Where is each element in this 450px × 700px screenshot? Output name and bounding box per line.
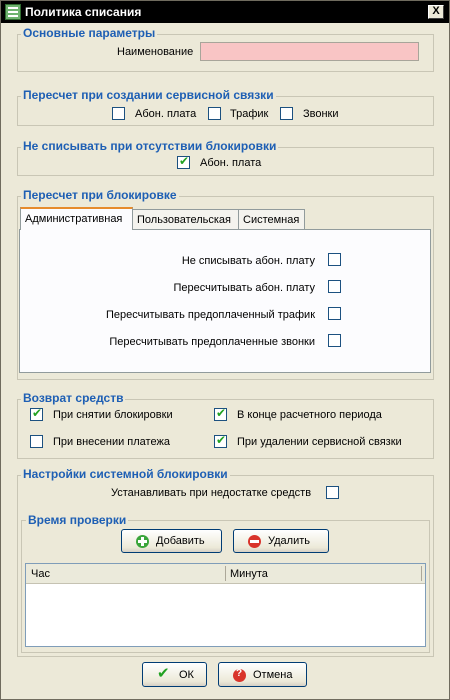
refund-on-payment-label: При внесении платежа: [53, 436, 170, 448]
cancel-button[interactable]: ? Отмена: [218, 662, 307, 687]
name-input[interactable]: [200, 42, 419, 61]
tab-administrative[interactable]: Административная: [20, 207, 133, 230]
tab-panel-administrative: [19, 229, 431, 373]
column-minute[interactable]: Минута: [230, 568, 268, 580]
cancel-circle-icon: ?: [233, 668, 246, 682]
minus-circle-icon: [248, 535, 261, 548]
name-label: Наименование: [117, 46, 194, 58]
refund-on-payment-checkbox[interactable]: [30, 435, 43, 448]
recalc-fee-option-checkbox[interactable]: [328, 280, 341, 293]
refund-on-delete-checkbox[interactable]: ✔: [214, 433, 227, 448]
cancel-button-label: Отмена: [253, 669, 293, 681]
check-time-table[interactable]: Час Минута: [25, 563, 426, 647]
title-bar[interactable]: Политика списания X: [1, 1, 449, 23]
checkmark-icon: ✔: [216, 406, 227, 420]
recalc-traffic-option-label: Пересчитывать предоплаченный трафик: [106, 309, 315, 321]
tab-system[interactable]: Системная: [238, 209, 305, 229]
recalc-fee-option-label: Пересчитывать абон. плату: [173, 282, 315, 294]
table-header: Час Минута: [26, 564, 425, 584]
add-button[interactable]: Добавить: [121, 529, 222, 553]
tab-user[interactable]: Пользовательская: [132, 209, 239, 229]
refund-on-unblock-checkbox[interactable]: ✔: [30, 406, 43, 421]
install-on-lack-checkbox[interactable]: [326, 486, 339, 499]
recalc-calls-option-checkbox[interactable]: [328, 334, 341, 347]
plus-circle-icon: [136, 535, 149, 548]
recalc-traffic-option-checkbox[interactable]: [328, 307, 341, 320]
recalc-create-calls-label: Звонки: [303, 108, 339, 120]
refund-legend: Возврат средств: [21, 391, 126, 405]
checkmark-icon: ✔: [179, 154, 190, 168]
recalc-create-legend: Пересчет при создании сервисной связки: [21, 88, 276, 102]
recalc-block-legend: Пересчет при блокировке: [21, 188, 179, 202]
checkmark-icon: ✔: [216, 433, 227, 447]
refund-period-end-label: В конце расчетного периода: [237, 409, 382, 421]
main-params-legend: Основные параметры: [21, 26, 158, 40]
no-charge-fee-option-label: Не списывать абон. плату: [181, 255, 315, 267]
install-on-lack-label: Устанавливать при недостатке средств: [111, 487, 312, 499]
refund-on-unblock-label: При снятии блокировки: [53, 409, 173, 421]
window-app-icon: [5, 4, 21, 20]
no-charge-fee-label: Абон. плата: [200, 157, 262, 169]
refund-on-delete-label: При удалении сервисной связки: [237, 436, 402, 448]
no-charge-fee-option-checkbox[interactable]: [328, 253, 341, 266]
ok-button-label: ОК: [179, 669, 194, 681]
system-block-legend: Настройки системной блокировки: [21, 467, 230, 481]
add-button-label: Добавить: [156, 535, 205, 547]
recalc-create-calls-checkbox[interactable]: [280, 107, 293, 120]
delete-button-label: Удалить: [268, 535, 310, 547]
recalc-create-traffic-label: Трафик: [230, 108, 269, 120]
close-button[interactable]: X: [428, 5, 444, 19]
recalc-create-fee-label: Абон. плата: [135, 108, 197, 120]
checkmark-icon: ✔: [157, 665, 170, 682]
recalc-create-fee-checkbox[interactable]: [112, 107, 125, 120]
ok-button[interactable]: ✔ ОК: [142, 662, 207, 687]
checkmark-icon: ✔: [32, 406, 43, 420]
delete-button[interactable]: Удалить: [233, 529, 329, 553]
no-charge-legend: Не списывать при отсутствии блокировки: [21, 139, 279, 153]
recalc-calls-option-label: Пересчитывать предоплаченные звонки: [109, 336, 315, 348]
no-charge-fee-checkbox[interactable]: ✔: [177, 154, 190, 169]
policy-dialog: Политика списания X Основные параметры Н…: [0, 0, 450, 700]
recalc-create-traffic-checkbox[interactable]: [208, 107, 221, 120]
column-hour[interactable]: Час: [31, 568, 50, 580]
window-title: Политика списания: [25, 5, 142, 19]
check-time-legend: Время проверки: [26, 513, 129, 527]
refund-period-end-checkbox[interactable]: ✔: [214, 406, 227, 421]
